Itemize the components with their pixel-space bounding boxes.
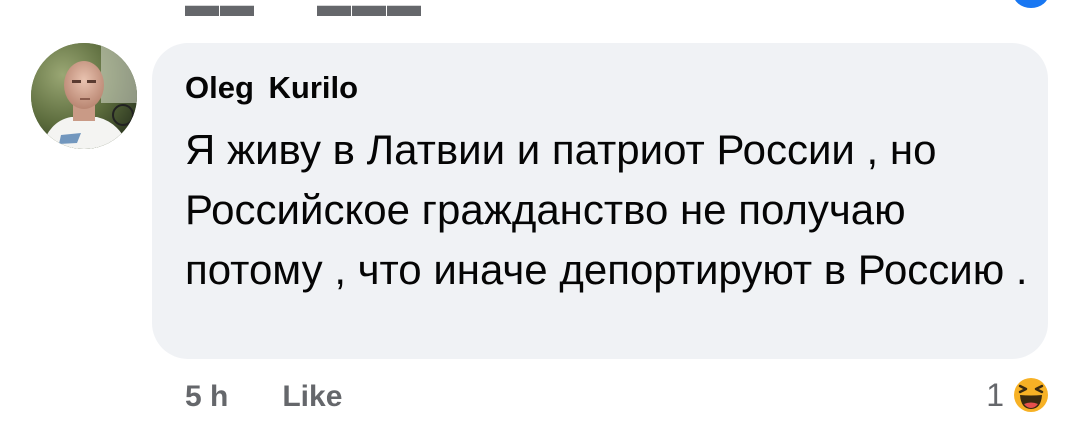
avatar[interactable]	[31, 43, 137, 149]
comment-author-name[interactable]: Oleg Kurilo	[185, 70, 358, 106]
haha-emoji-icon	[1012, 376, 1050, 414]
previous-comment-actions-cropped: ▬▬ ▬▬▬	[185, 0, 422, 25]
previous-comment-like-cropped: ▬▬▬	[317, 0, 422, 24]
comment-actions: 5 h Like	[185, 380, 342, 414]
avatar-photo	[31, 43, 137, 149]
reaction-count: 1	[986, 376, 1004, 413]
previous-comment-reaction-icon	[1013, 0, 1049, 8]
comment-body-text: Я живу в Латвии и патриот России , но Ро…	[185, 126, 1028, 293]
reaction-summary[interactable]: 1	[986, 374, 1052, 416]
comment-timestamp[interactable]: 5 h	[185, 380, 228, 413]
previous-comment-timestamp-cropped: ▬▬	[185, 0, 255, 24]
comment-thread: ▬▬ ▬▬▬ Oleg Kurilo Я живу в Латвии и пат…	[0, 0, 1080, 439]
like-button[interactable]: Like	[282, 380, 342, 413]
